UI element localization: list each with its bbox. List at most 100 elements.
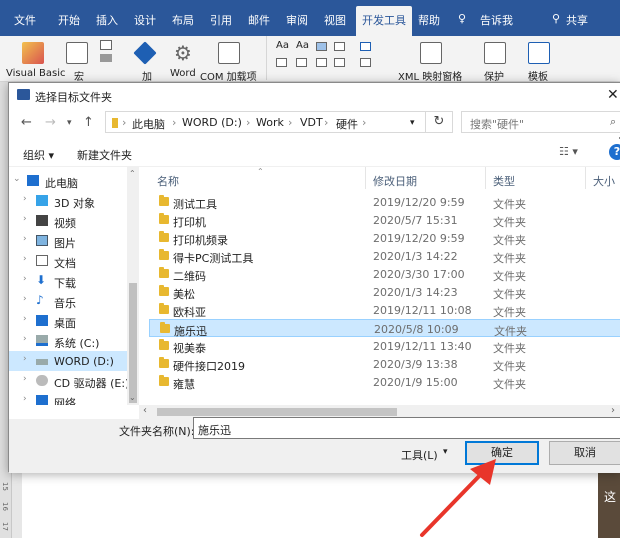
scroll-down-chevron-icon[interactable]: ⌄ xyxy=(129,393,136,402)
cancel-button[interactable]: 取消 xyxy=(549,441,620,465)
tab-mailings[interactable]: 邮件 xyxy=(248,12,270,28)
breadcrumb-vdt[interactable]: VDT xyxy=(300,116,323,129)
close-icon[interactable]: ✕ xyxy=(607,87,619,103)
forward-arrow-icon[interactable]: → xyxy=(45,115,56,130)
breadcrumb-work[interactable]: Work xyxy=(256,116,284,129)
tab-layout[interactable]: 布局 xyxy=(172,12,194,28)
tab-review[interactable]: 审阅 xyxy=(286,12,308,28)
column-header-name[interactable]: 名称 xyxy=(157,173,179,189)
rich-text-control-icon[interactable]: Aa xyxy=(276,40,289,51)
up-arrow-icon[interactable]: ↑ xyxy=(83,115,94,130)
template-icon[interactable] xyxy=(528,42,550,64)
refresh-button[interactable]: ↻ xyxy=(425,111,453,133)
file-row-selected[interactable]: 施乐迅 2020/5/8 10:09 文件夹 xyxy=(149,319,620,338)
file-row[interactable]: 美松 2020/1/3 14:23 文件夹 xyxy=(149,283,620,301)
address-path[interactable]: › 此电脑 › WORD (D:) › Work › VDT › 硬件 › ▾ xyxy=(105,111,435,133)
nav-item-cd-drive[interactable]: › CD 驱动器 (E:) xyxy=(9,371,129,391)
tab-design[interactable]: 设计 xyxy=(134,12,156,28)
dropdown-list-icon[interactable] xyxy=(316,58,327,67)
chevron-down-icon[interactable]: ⌄ xyxy=(13,174,21,184)
file-row[interactable]: 得卡PC测试工具 2020/1/3 14:22 文件夹 xyxy=(149,247,620,265)
recent-locations-chevron-icon[interactable]: ▾ xyxy=(67,118,72,128)
tab-developer[interactable]: 开发工具 xyxy=(356,6,412,36)
column-separator[interactable] xyxy=(365,167,366,189)
chevron-right-icon[interactable]: › xyxy=(23,254,27,264)
breadcrumb-separator-icon[interactable]: › xyxy=(324,116,328,129)
pause-icon[interactable] xyxy=(100,54,112,62)
chevron-right-icon[interactable]: › xyxy=(23,194,27,204)
picture-control-icon[interactable] xyxy=(316,42,327,51)
breadcrumb-word-drive[interactable]: WORD (D:) xyxy=(182,116,242,129)
combo-box-icon[interactable] xyxy=(296,58,307,67)
share-button[interactable]: 共享 xyxy=(566,12,588,28)
new-folder-button[interactable]: 新建文件夹 xyxy=(77,147,132,163)
chevron-right-icon[interactable]: › xyxy=(23,294,27,304)
nav-item-music[interactable]: › ♪ 音乐 xyxy=(9,291,127,311)
file-row[interactable]: 雍慧 2020/1/9 15:00 文件夹 xyxy=(149,373,620,391)
nav-scrollbar-thumb[interactable] xyxy=(129,283,137,403)
nav-item-word-d[interactable]: › WORD (D:) xyxy=(9,351,127,371)
scroll-left-chevron-icon[interactable]: ‹ xyxy=(143,405,147,416)
scroll-right-chevron-icon[interactable]: › xyxy=(611,405,615,416)
scroll-up-chevron-icon[interactable]: ⌃ xyxy=(129,169,136,178)
record-macro-icon[interactable] xyxy=(100,40,112,50)
nav-item-downloads[interactable]: › ⬇ 下载 xyxy=(9,271,127,291)
protect-icon[interactable] xyxy=(484,42,506,64)
chevron-right-icon[interactable]: › xyxy=(23,314,27,324)
gear-icon[interactable]: ⚙ xyxy=(172,42,194,64)
breadcrumb-hardware[interactable]: 硬件 xyxy=(336,116,358,132)
file-row[interactable]: 打印机 2020/5/7 15:31 文件夹 xyxy=(149,211,620,229)
chevron-right-icon[interactable]: › xyxy=(23,374,27,384)
nav-item-system-c[interactable]: › 系统 (C:) xyxy=(9,331,127,351)
folder-name-input[interactable]: 施乐迅 xyxy=(193,417,620,439)
tab-help[interactable]: 帮助 xyxy=(418,12,440,28)
chevron-right-icon[interactable]: › xyxy=(23,394,27,404)
tab-file[interactable]: 文件 xyxy=(14,12,36,28)
breadcrumb-separator-icon[interactable]: › xyxy=(122,116,126,129)
column-separator[interactable] xyxy=(485,167,486,189)
file-row[interactable]: 二维码 2020/3/30 17:00 文件夹 xyxy=(149,265,620,283)
chevron-right-icon[interactable]: › xyxy=(23,334,27,344)
visual-basic-icon[interactable] xyxy=(22,42,44,64)
tab-references[interactable]: 引用 xyxy=(210,12,232,28)
nav-item-this-pc[interactable]: ⌄ 此电脑 xyxy=(9,171,127,191)
tab-view[interactable]: 视图 xyxy=(324,12,346,28)
plain-text-control-icon[interactable]: Aa xyxy=(296,40,309,51)
search-box[interactable]: 搜索"硬件" ⌕ xyxy=(461,111,620,133)
breadcrumb-this-pc[interactable]: 此电脑 xyxy=(132,116,165,132)
column-separator[interactable] xyxy=(585,167,586,189)
breadcrumb-separator-icon[interactable]: › xyxy=(172,116,176,129)
checkbox-control-icon[interactable] xyxy=(276,58,287,67)
horizontal-scrollbar-thumb[interactable] xyxy=(157,408,397,416)
design-mode-icon[interactable] xyxy=(360,42,371,51)
nav-item-documents[interactable]: › 文档 xyxy=(9,251,127,271)
breadcrumb-separator-icon[interactable]: › xyxy=(246,116,250,129)
chevron-right-icon[interactable]: › xyxy=(23,214,27,224)
file-row[interactable]: 测试工具 2019/12/20 9:59 文件夹 xyxy=(149,193,620,211)
nav-item-videos[interactable]: › 视频 xyxy=(9,211,127,231)
xml-mapping-icon[interactable] xyxy=(420,42,442,64)
nav-item-pictures[interactable]: › 图片 xyxy=(9,231,127,251)
breadcrumb-separator-icon[interactable]: › xyxy=(288,116,292,129)
column-header-type[interactable]: 类型 xyxy=(493,173,515,189)
com-addins-icon[interactable] xyxy=(218,42,240,64)
file-row[interactable]: 视美泰 2019/12/11 13:40 文件夹 xyxy=(149,337,620,355)
tell-me-search[interactable]: 告诉我 xyxy=(480,12,513,28)
chevron-right-icon[interactable]: › xyxy=(23,354,27,364)
nav-item-desktop[interactable]: › 桌面 xyxy=(9,311,127,331)
nav-item-network[interactable]: › 网络 xyxy=(9,391,127,405)
help-icon[interactable]: ? xyxy=(609,144,620,160)
file-row[interactable]: 打印机频录 2019/12/20 9:59 文件夹 xyxy=(149,229,620,247)
date-picker-icon[interactable] xyxy=(334,58,345,67)
back-arrow-icon[interactable]: ← xyxy=(21,115,32,130)
nav-item-3d-objects[interactable]: › 3D 对象 xyxy=(9,191,127,211)
properties-icon[interactable] xyxy=(360,58,371,67)
building-block-icon[interactable] xyxy=(334,42,345,51)
tab-home[interactable]: 开始 xyxy=(58,12,80,28)
column-header-size[interactable]: 大小 xyxy=(593,173,615,189)
column-header-date[interactable]: 修改日期 xyxy=(373,173,417,189)
file-row[interactable]: 欧科亚 2019/12/11 10:08 文件夹 xyxy=(149,301,620,319)
chevron-right-icon[interactable]: › xyxy=(23,274,27,284)
breadcrumb-separator-icon[interactable]: › xyxy=(362,116,366,129)
macros-icon[interactable] xyxy=(66,42,88,64)
